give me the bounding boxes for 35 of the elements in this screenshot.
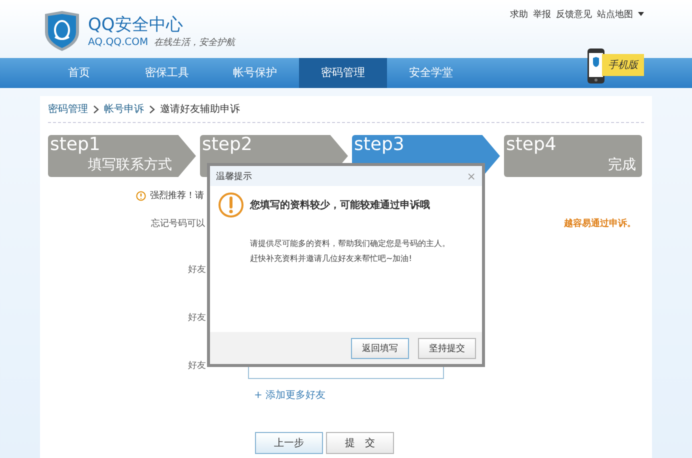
field-label: 好友 xyxy=(188,312,207,324)
mobile-version-link[interactable]: 手机版 xyxy=(602,54,644,76)
dialog-button[interactable]: 坚持提交 xyxy=(418,338,476,358)
dialog-message: 赶快补充资料并邀请几位好友来帮忙吧~加油! xyxy=(250,253,413,264)
info-icon xyxy=(136,190,146,200)
shield-logo-icon xyxy=(42,10,82,52)
nav-tab[interactable]: 密码管理 xyxy=(299,58,387,88)
add-friend-link[interactable]: + 添加更多好友 xyxy=(254,388,644,402)
current-page-title: 邀请好友辅助申诉 xyxy=(160,102,240,116)
field-label: 好友 xyxy=(188,264,207,276)
form-button[interactable]: 提 交 xyxy=(326,432,394,454)
hint-text: 忘记号码可以 xyxy=(151,217,205,230)
step-indicator: step4 完成 xyxy=(504,135,642,177)
field-label: 好友 xyxy=(188,360,207,372)
notice-text: 强烈推荐！请 xyxy=(150,190,204,202)
header-link[interactable]: 反馈意见 xyxy=(556,8,592,20)
breadcrumb-link[interactable]: 帐号申诉 xyxy=(104,102,144,116)
caret-icon[interactable] xyxy=(638,12,644,16)
site-title: QQ安全中心 xyxy=(88,14,184,36)
breadcrumb-link[interactable]: 密码管理 xyxy=(48,102,88,116)
dialog-message: 请提供尽可能多的资料，帮助我们确定您是号码的主人。 xyxy=(250,238,451,249)
dialog-heading: 您填写的资料较少，可能较难通过申诉哦 xyxy=(250,198,430,212)
header-link[interactable]: 站点地图 xyxy=(597,8,633,20)
step-indicator: step1 填写联系方式 xyxy=(48,135,196,177)
site-domain: AQ.QQ.COM xyxy=(88,37,148,48)
form-button[interactable]: 上一步 xyxy=(255,432,323,454)
dialog-button[interactable]: 返回填写 xyxy=(351,338,409,358)
header-link[interactable]: 求助 xyxy=(510,8,528,20)
warning-icon xyxy=(218,192,244,218)
hint-emphasis: 越容易通过申诉。 xyxy=(564,217,636,230)
chevron-icon xyxy=(93,104,99,114)
slogan: 在线生活，安全护航 xyxy=(154,36,236,49)
header-link[interactable]: 举报 xyxy=(533,8,551,20)
phone-icon[interactable] xyxy=(587,48,605,84)
chevron-icon xyxy=(149,104,155,114)
